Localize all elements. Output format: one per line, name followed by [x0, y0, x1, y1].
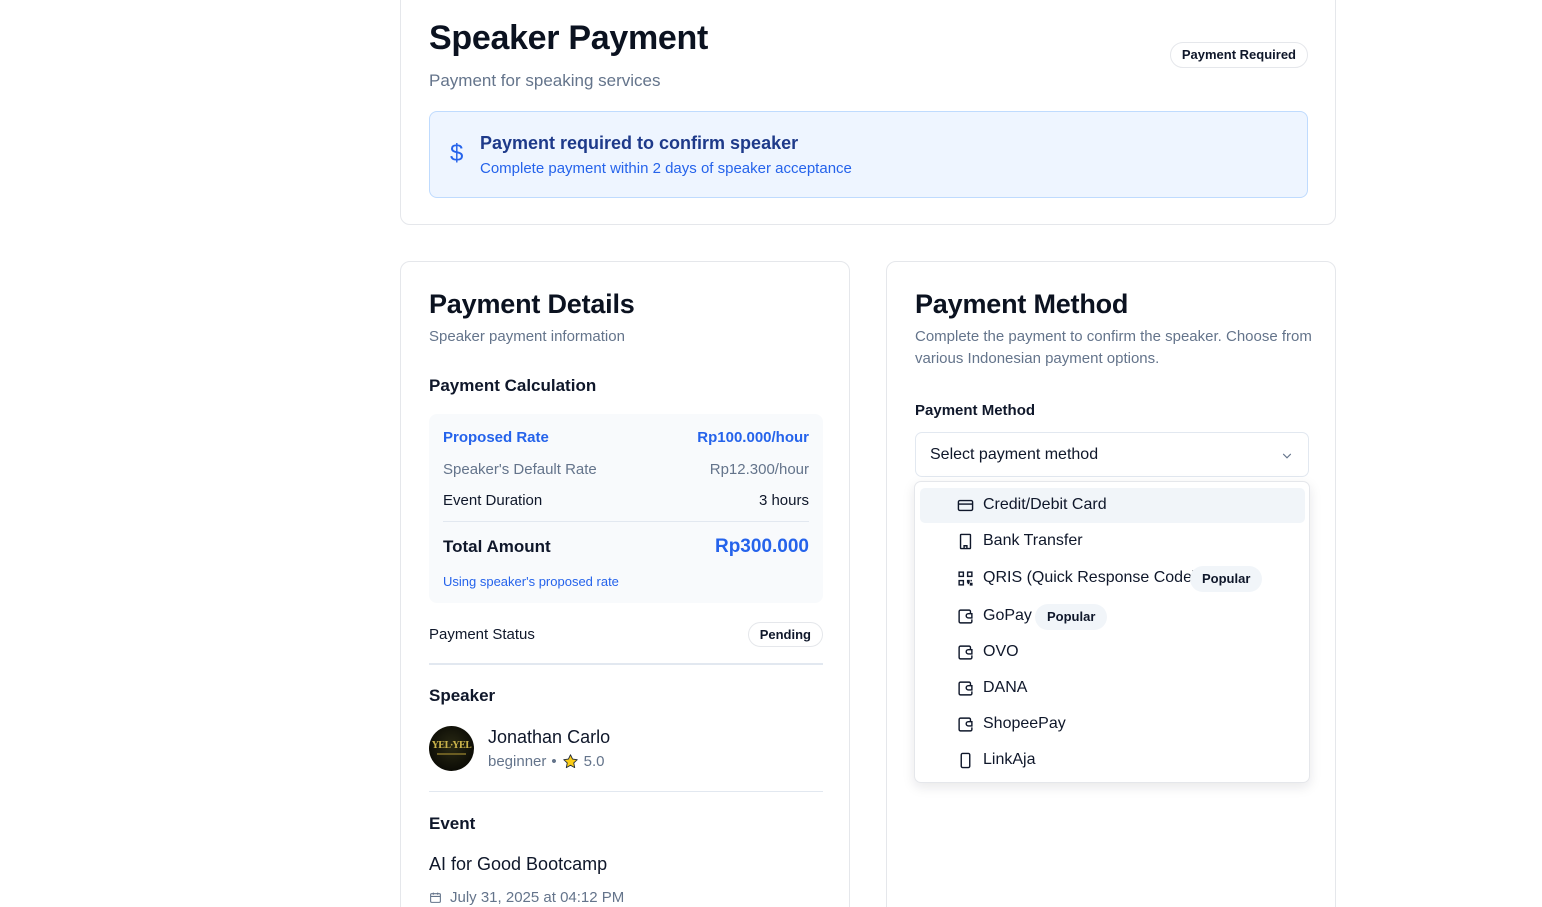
- speaker-rating: 5.0: [583, 753, 605, 770]
- payment-details-title: Payment Details: [429, 289, 635, 319]
- chevron-down-icon: [1282, 453, 1292, 459]
- page-subtitle: Payment for speaking services: [429, 71, 661, 90]
- speaker-section-title: Speaker: [429, 686, 496, 705]
- calendar-icon: [430, 892, 441, 903]
- event-name: AI for Good Bootcamp: [429, 854, 608, 874]
- wallet-icon: [958, 609, 973, 624]
- rate-note: Using speaker's proposed rate: [443, 574, 619, 589]
- default-rate-row: Speaker's Default Rate Rp12.300/hour: [443, 461, 809, 478]
- alert-title: Payment required to confirm speaker: [480, 133, 799, 153]
- event-date: July 31, 2025 at 04:12 PM: [429, 889, 624, 906]
- total-amount-row: Total Amount Rp300.000: [443, 536, 809, 558]
- avatar-logo-underline: [437, 753, 466, 755]
- event-duration-row: Event Duration 3 hours: [443, 492, 809, 509]
- payment-details-subtitle: Speaker payment information: [429, 328, 625, 345]
- qr-code-icon: [958, 571, 973, 586]
- speaker-meta: beginner • 5.0: [488, 753, 605, 770]
- star-icon: [562, 754, 578, 769]
- option-bank-transfer[interactable]: Bank Transfer: [920, 524, 1305, 559]
- option-label: Credit/Debit Card: [983, 496, 1107, 513]
- payment-header-card: Speaker Payment Payment for speaking ser…: [400, 0, 1336, 225]
- event-duration-label: Event Duration: [443, 492, 543, 509]
- select-placeholder: Select payment method: [930, 446, 1099, 463]
- divider: [429, 791, 823, 792]
- option-dana[interactable]: DANA: [920, 671, 1305, 706]
- option-label: DANA: [983, 679, 1028, 696]
- dollar-icon: $: [450, 140, 464, 167]
- option-shopeepay[interactable]: ShopeePay: [920, 707, 1305, 742]
- payment-method-label: Payment Method: [915, 402, 1036, 419]
- speaker-level: beginner: [488, 753, 547, 770]
- avatar-logo: YEL·YEL: [432, 741, 471, 751]
- popular-badge: Popular: [1035, 604, 1108, 630]
- meta-separator: •: [551, 753, 557, 770]
- payment-calculation-box: Proposed Rate Rp100.000/hour Speaker's D…: [429, 414, 823, 603]
- speaker-name: Jonathan Carlo: [488, 727, 611, 747]
- option-label: ShopeePay: [983, 715, 1066, 732]
- proposed-rate-value: Rp100.000/hour: [697, 429, 809, 446]
- option-label: GoPay: [983, 607, 1032, 624]
- option-ovo[interactable]: OVO: [920, 635, 1305, 670]
- popular-badge: Popular: [1190, 566, 1263, 592]
- payment-status-label: Payment Status: [429, 626, 535, 643]
- smartphone-icon: [960, 752, 971, 769]
- default-rate-value: Rp12.300/hour: [709, 461, 809, 478]
- option-gopay[interactable]: GoPay Popular: [920, 599, 1305, 634]
- option-credit-debit-card[interactable]: Credit/Debit Card: [920, 488, 1305, 523]
- default-rate-label: Speaker's Default Rate: [443, 461, 597, 478]
- payment-method-subtitle: Complete the payment to confirm the spea…: [915, 328, 1312, 367]
- payment-method-select[interactable]: Select payment method: [915, 432, 1309, 477]
- credit-card-icon: [957, 499, 974, 512]
- total-amount-label: Total Amount: [443, 537, 551, 556]
- payment-method-dropdown: Credit/Debit Card Bank Transfer QRIS (Qu…: [914, 481, 1310, 783]
- payment-calculation-title: Payment Calculation: [429, 376, 597, 395]
- payment-alert: $ Payment required to confirm speaker Co…: [429, 111, 1308, 198]
- option-label: Bank Transfer: [983, 532, 1083, 549]
- avatar: YEL·YEL: [429, 726, 474, 771]
- bank-building-icon: [959, 533, 972, 550]
- calc-divider: [443, 521, 809, 522]
- option-label: LinkAja: [983, 751, 1036, 768]
- event-date-text: July 31, 2025 at 04:12 PM: [450, 889, 625, 906]
- page-title: Speaker Payment: [429, 19, 708, 57]
- payment-method-title: Payment Method: [915, 289, 1129, 319]
- event-section-title: Event: [429, 814, 476, 833]
- wallet-icon: [958, 717, 973, 732]
- payment-status-badge: Pending: [747, 622, 823, 647]
- payment-details-card: Payment Details Speaker payment informat…: [400, 261, 850, 907]
- option-label: QRIS (Quick Response Code): [983, 569, 1198, 586]
- payment-required-badge: Payment Required: [1169, 42, 1308, 68]
- option-label: OVO: [983, 643, 1019, 660]
- wallet-icon: [958, 645, 973, 660]
- total-amount-value: Rp300.000: [714, 536, 809, 557]
- event-duration-value: 3 hours: [758, 492, 809, 509]
- option-qris[interactable]: QRIS (Quick Response Code) Popular: [920, 561, 1305, 596]
- option-linkaja[interactable]: LinkAja: [920, 743, 1305, 778]
- payment-status-row: Payment Status Pending: [429, 622, 823, 648]
- proposed-rate-row: Proposed Rate Rp100.000/hour: [443, 429, 809, 446]
- proposed-rate-label: Proposed Rate: [443, 429, 549, 446]
- wallet-icon: [958, 681, 973, 696]
- divider: [429, 663, 823, 665]
- alert-description: Complete payment within 2 days of speake…: [480, 160, 852, 177]
